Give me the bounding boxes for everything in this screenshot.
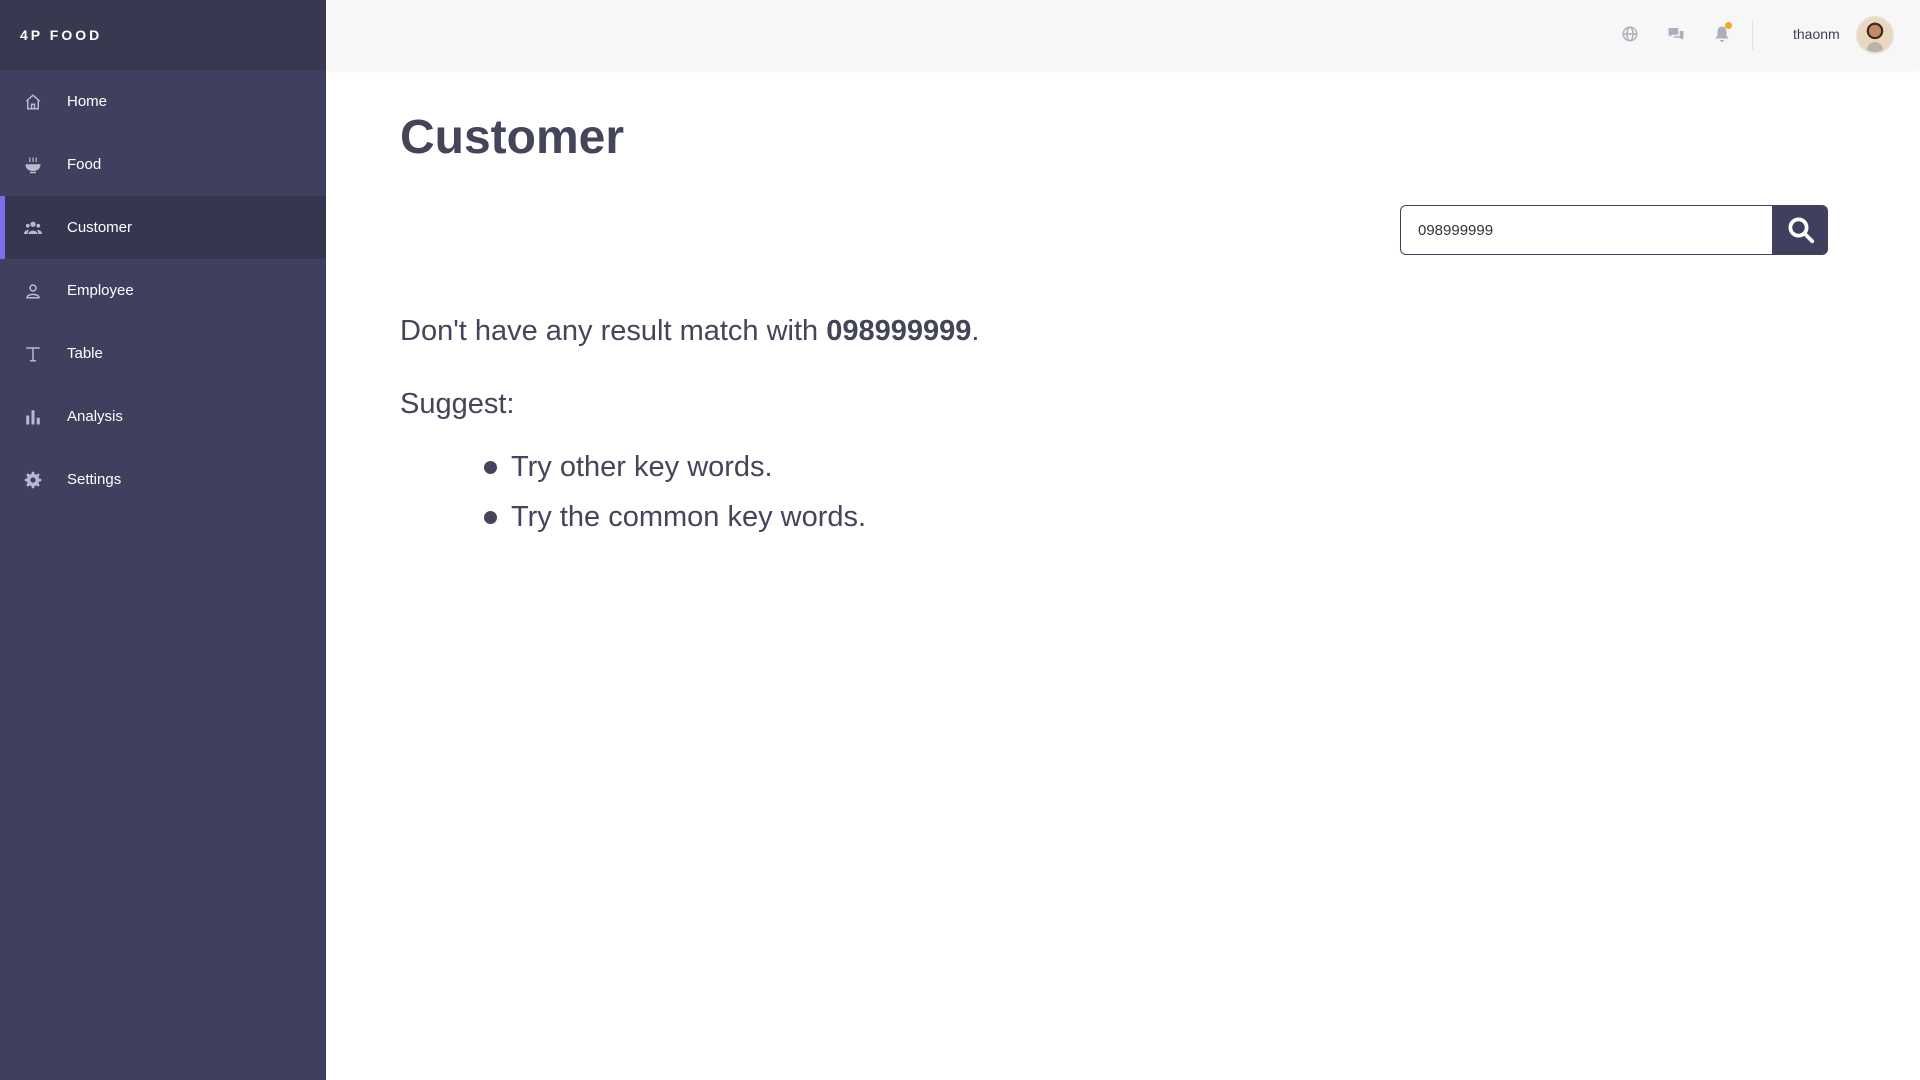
- sidebar-item-settings[interactable]: Settings: [0, 448, 326, 511]
- sidebar: 4P FOOD Home Food Customer Employee Tabl…: [0, 0, 326, 1080]
- home-icon: [24, 93, 42, 111]
- sidebar-item-food[interactable]: Food: [0, 133, 326, 196]
- sidebar-item-analysis[interactable]: Analysis: [0, 385, 326, 448]
- search-bar: [1400, 205, 1828, 255]
- bullet-icon: [484, 511, 497, 524]
- bullet-icon: [484, 461, 497, 474]
- suggest-title: Suggest:: [400, 388, 515, 420]
- notification-badge: [1725, 22, 1732, 29]
- search-icon: [1788, 217, 1814, 244]
- suggestion-list: Try other key words. Try the common key …: [484, 448, 866, 548]
- gear-icon: [24, 471, 42, 489]
- users-icon: [24, 219, 42, 237]
- sidebar-item-customer[interactable]: Customer: [0, 196, 326, 259]
- avatar[interactable]: [1856, 16, 1894, 54]
- globe-icon[interactable]: [1620, 24, 1640, 44]
- bar-chart-icon: [24, 408, 42, 426]
- sidebar-item-label: Home: [67, 93, 108, 110]
- no-result-keyword: 098999999: [826, 315, 972, 347]
- user-icon: [24, 282, 42, 300]
- brand-logo[interactable]: 4P FOOD: [0, 0, 326, 70]
- sidebar-item-label: Food: [67, 156, 102, 173]
- list-item: Try the common key words.: [484, 498, 866, 548]
- sidebar-nav: Home Food Customer Employee Table Analys…: [0, 70, 326, 511]
- sidebar-item-label: Table: [67, 345, 103, 362]
- no-result-prefix: Don't have any result match with: [400, 315, 827, 347]
- suggestion-text: Try other key words.: [511, 451, 773, 483]
- table-icon: [24, 345, 42, 363]
- sidebar-item-label: Customer: [67, 219, 133, 236]
- search-button[interactable]: [1773, 205, 1828, 255]
- bowl-icon: [24, 156, 42, 174]
- sidebar-item-label: Settings: [67, 471, 122, 488]
- search-input[interactable]: [1400, 205, 1773, 255]
- sidebar-item-employee[interactable]: Employee: [0, 259, 326, 322]
- no-result-message: Don't have any result match with 0989999…: [400, 315, 979, 348]
- main-content: Customer Don't have any result match wit…: [400, 70, 1830, 533]
- chat-icon[interactable]: [1666, 24, 1686, 44]
- list-item: Try other key words.: [484, 448, 866, 498]
- topbar-divider: [1752, 20, 1753, 50]
- username[interactable]: thaonm: [1793, 26, 1840, 42]
- topbar: thaonm: [326, 0, 1920, 70]
- sidebar-item-table[interactable]: Table: [0, 322, 326, 385]
- sidebar-item-home[interactable]: Home: [0, 70, 326, 133]
- page-title: Customer: [400, 111, 625, 164]
- suggestion-text: Try the common key words.: [511, 501, 867, 533]
- sidebar-item-label: Analysis: [67, 408, 123, 425]
- bell-icon[interactable]: [1712, 22, 1732, 44]
- sidebar-item-label: Employee: [67, 282, 134, 299]
- no-result-suffix: .: [971, 315, 980, 347]
